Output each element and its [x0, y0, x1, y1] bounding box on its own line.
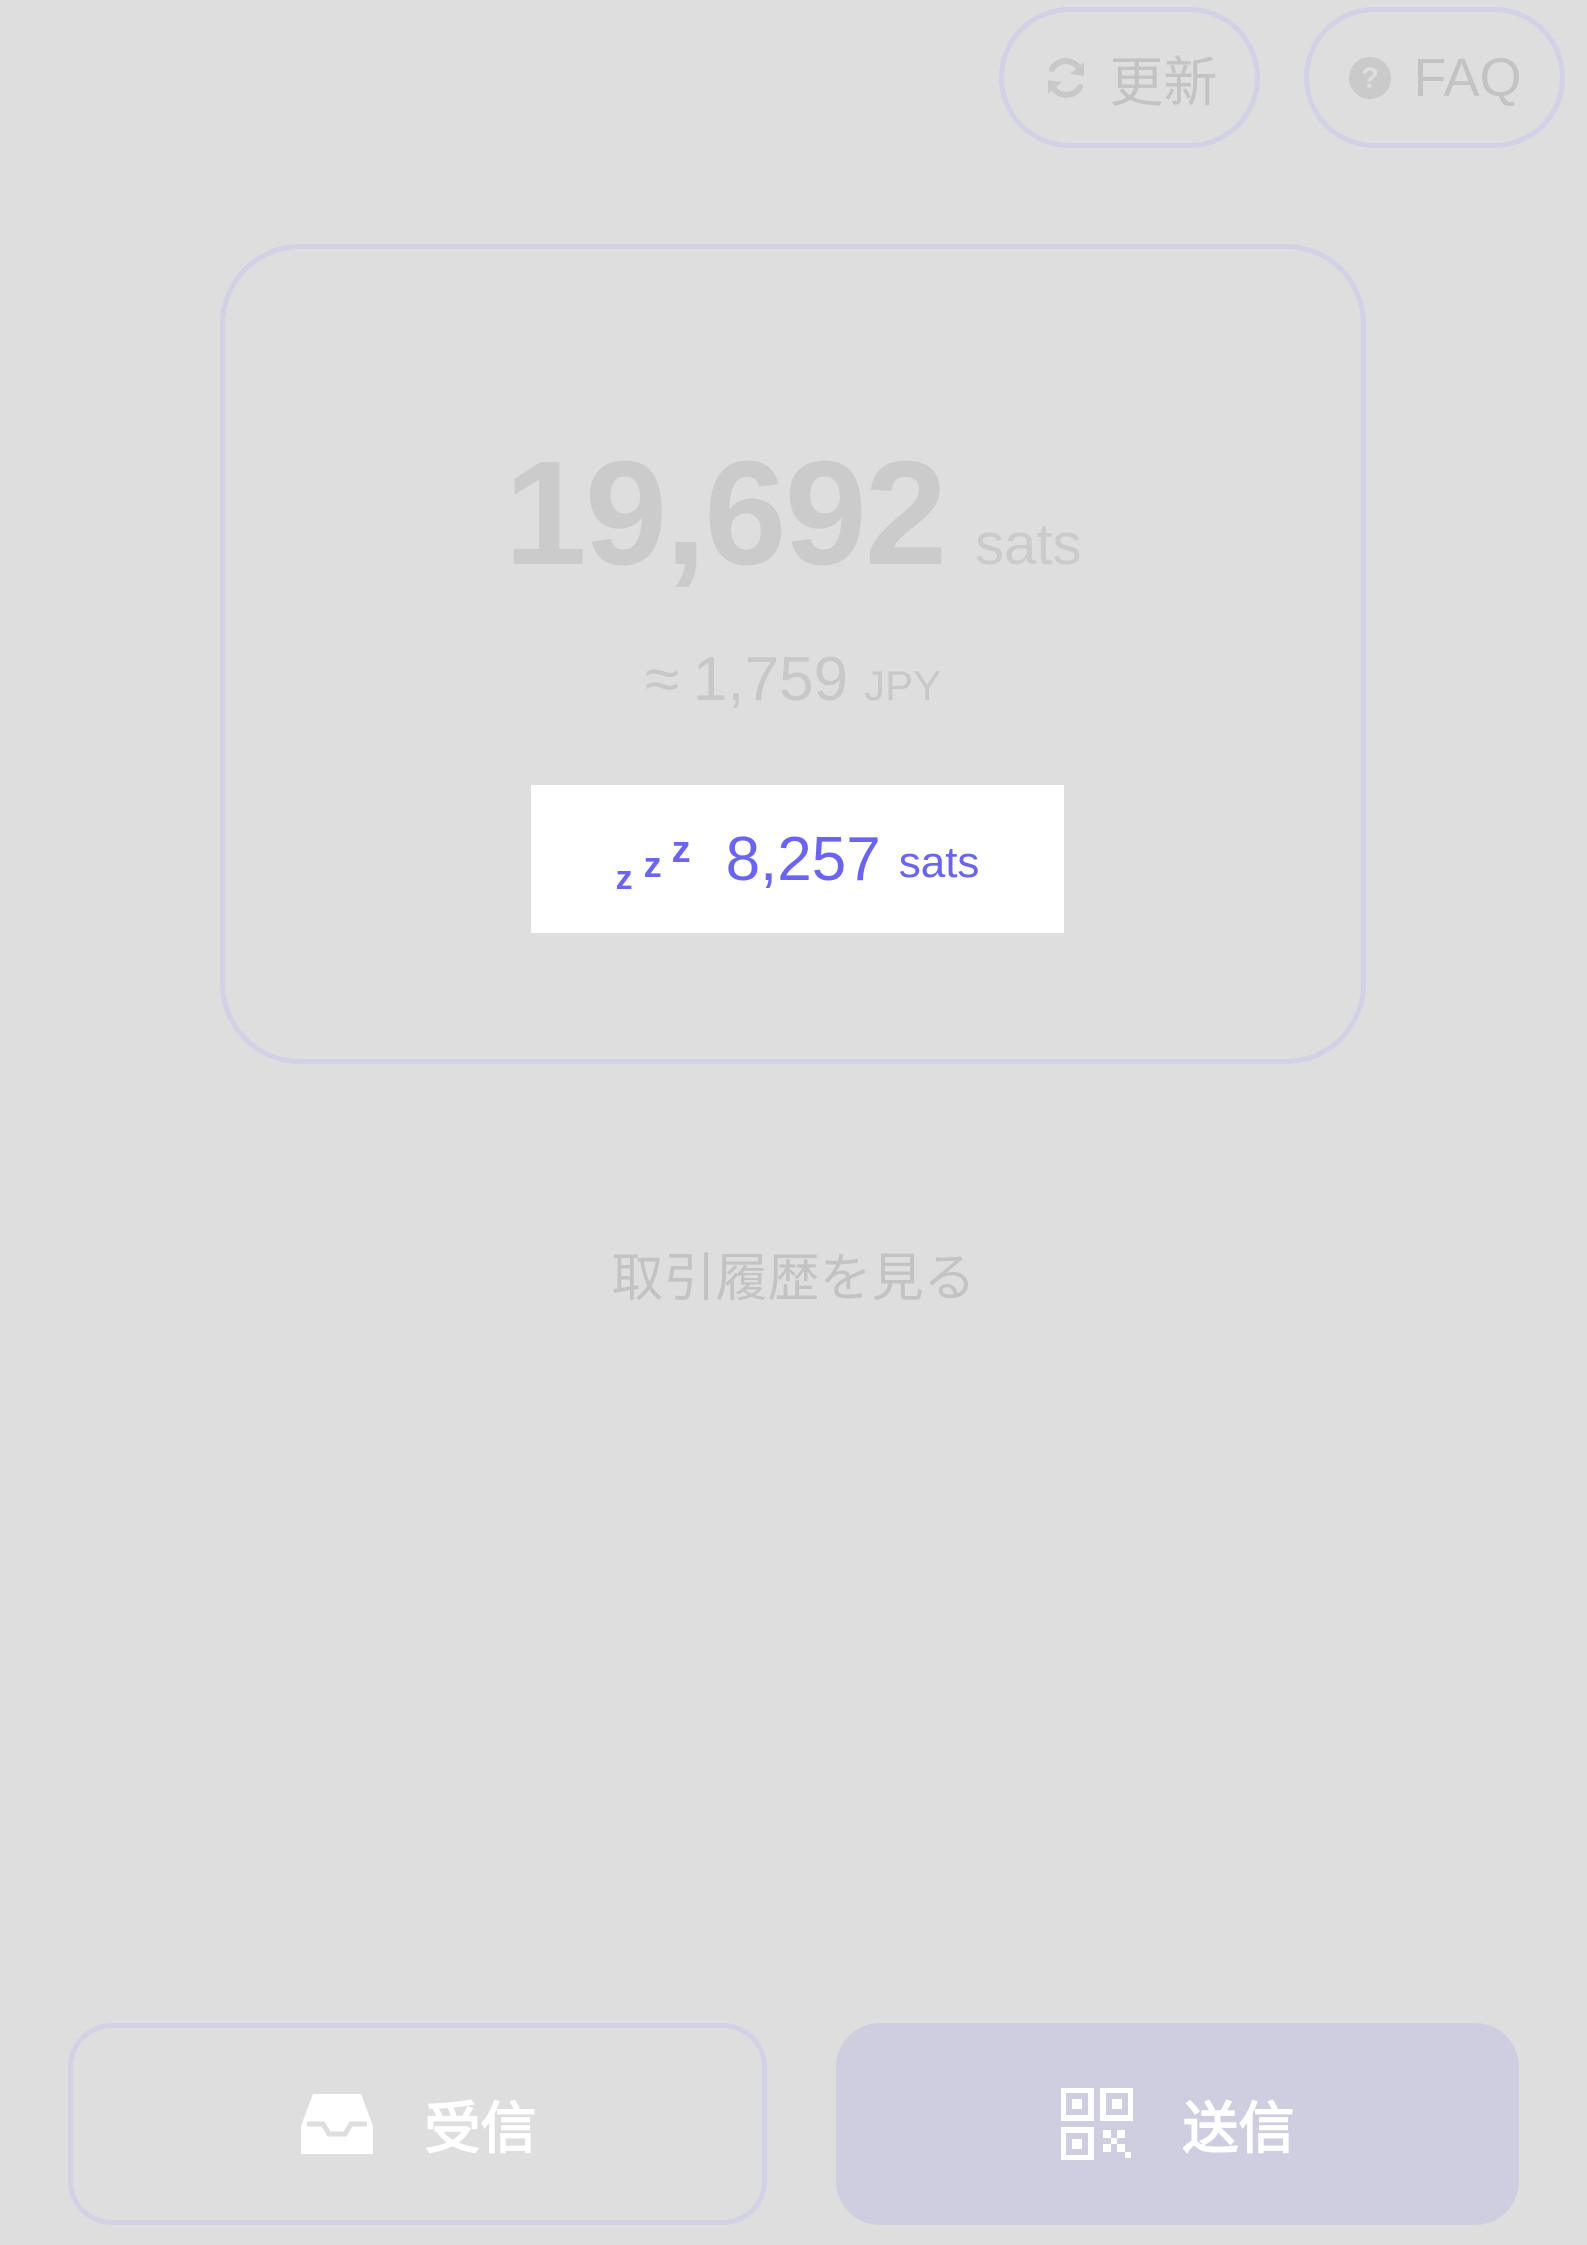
question-circle-icon: ?: [1347, 55, 1393, 101]
pending-unit: sats: [898, 838, 980, 887]
send-button[interactable]: 送信: [836, 2023, 1519, 2225]
balance-card: 19,692 sats ≈1,759 JPY zzz 8,257 sats: [220, 244, 1366, 1064]
send-label: 送信: [1182, 2096, 1295, 2160]
fiat-value: 1,759: [692, 645, 849, 714]
pending-balance-badge[interactable]: zzz 8,257 sats: [531, 785, 1064, 933]
zzz-sleep-icon: zzz: [615, 829, 691, 897]
fiat-equivalent: ≈1,759 JPY: [225, 644, 1361, 715]
transaction-history-link[interactable]: 取引履歴を見る: [0, 1236, 1587, 1311]
svg-text:?: ?: [1362, 62, 1380, 94]
receive-label: 受信: [424, 2096, 537, 2160]
refresh-icon: [1042, 54, 1090, 102]
fiat-currency: JPY: [864, 662, 942, 709]
balance-value: 19,692: [504, 431, 947, 596]
balance-display: 19,692 sats: [225, 429, 1361, 599]
refresh-label: 更新: [1109, 53, 1218, 113]
receive-button[interactable]: 受信: [68, 2023, 767, 2225]
refresh-button[interactable]: 更新: [999, 7, 1260, 148]
qr-code-icon: [1060, 2088, 1133, 2160]
balance-unit: sats: [975, 512, 1082, 577]
pending-value: 8,257: [725, 824, 881, 894]
faq-button[interactable]: ? FAQ: [1304, 7, 1565, 148]
faq-label: FAQ: [1413, 47, 1522, 108]
approx-symbol: ≈: [644, 645, 679, 714]
inbox-icon: [299, 2090, 375, 2158]
